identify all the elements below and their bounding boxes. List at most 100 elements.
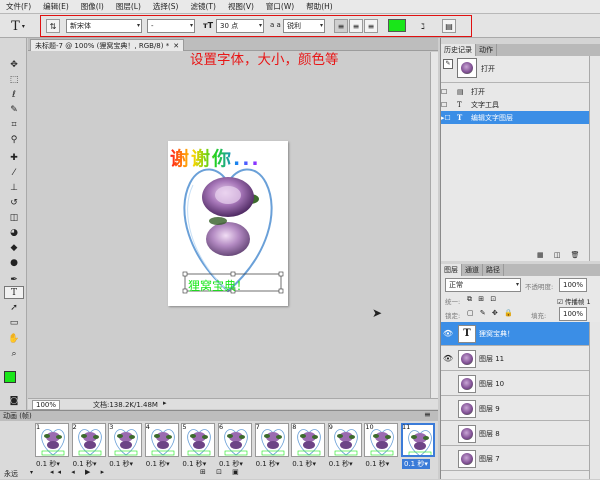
brush-tool-icon[interactable]: ⁄: [4, 166, 24, 179]
animation-frame[interactable]: 6 0.1 秒▾: [217, 423, 253, 469]
layer-row[interactable]: 👁 T 狸窝宝典！: [441, 322, 589, 346]
animation-frame[interactable]: 8 0.1 秒▾: [290, 423, 326, 469]
history-scrollbar[interactable]: [589, 56, 600, 261]
fill-field[interactable]: 100%: [559, 307, 587, 321]
layer-row[interactable]: 图层 8: [441, 422, 589, 446]
shape-tool-icon[interactable]: ▭: [4, 316, 24, 329]
frame-delay[interactable]: 0.1 秒▾: [329, 459, 353, 469]
blend-mode-select[interactable]: 正常 ▾: [445, 278, 521, 292]
type-tool-icon[interactable]: T: [4, 286, 24, 299]
loop-select[interactable]: 永远: [4, 469, 18, 479]
close-icon[interactable]: ✕: [173, 42, 179, 50]
animation-frame[interactable]: 1 0.1 秒▾: [34, 423, 70, 469]
snapshot-thumbnail[interactable]: [457, 58, 477, 78]
chevron-down-icon[interactable]: ▾: [30, 469, 33, 476]
tool-preset-picker[interactable]: T ▾: [6, 19, 30, 34]
tab-paths[interactable]: 路径: [483, 264, 504, 276]
tab-channels[interactable]: 通道: [462, 264, 483, 276]
frame-delay[interactable]: 0.1 秒▾: [292, 459, 316, 469]
eyedropper-tool-icon[interactable]: ⚲: [4, 133, 24, 146]
history-step[interactable]: ☐ T 文字工具: [441, 98, 589, 111]
frame-delay[interactable]: 0.1 秒▾: [256, 459, 280, 469]
blur-tool-icon[interactable]: ◆: [4, 241, 24, 254]
lasso-tool-icon[interactable]: ℓ: [4, 88, 24, 101]
history-actions-icon[interactable]: ▦ ◫ 🗑: [537, 251, 584, 259]
quick-select-tool-icon[interactable]: ✎: [4, 103, 24, 116]
tab-actions[interactable]: 动作: [476, 44, 497, 56]
font-style-select[interactable]: - ▾: [147, 19, 195, 33]
animation-frame[interactable]: 9 0.1 秒▾: [327, 423, 363, 469]
frame-actions-icon[interactable]: ⊞ ⊡ ▣: [200, 468, 243, 476]
visibility-eye-icon[interactable]: 👁: [441, 354, 455, 363]
animation-frame[interactable]: 10 0.1 秒▾: [363, 423, 399, 469]
layer-row[interactable]: 图层 7: [441, 447, 589, 471]
animation-frame[interactable]: 7 0.1 秒▾: [254, 423, 290, 469]
document-tab[interactable]: 未标题-7 @ 100% (狸窝宝典！, RGB/8) * ✕: [30, 39, 185, 51]
propagate-frame-checkbox[interactable]: ☑ 传播帧 1: [557, 296, 591, 306]
dodge-tool-icon[interactable]: ●: [4, 256, 24, 269]
warp-text-icon[interactable]: ℷ: [416, 19, 430, 33]
zoom-level[interactable]: 100%: [32, 400, 61, 410]
foreground-color-swatch[interactable]: [4, 371, 16, 383]
animation-frame[interactable]: 3 0.1 秒▾: [107, 423, 143, 469]
align-center-button[interactable]: ≡: [349, 19, 363, 33]
history-brush-icon[interactable]: ↺: [4, 196, 24, 209]
checkbox[interactable]: ☐: [441, 88, 457, 96]
tab-layers[interactable]: 图层: [441, 264, 462, 276]
healing-brush-icon[interactable]: ✚: [4, 151, 24, 164]
animation-frame[interactable]: 5 0.1 秒▾: [180, 423, 216, 469]
menu-view[interactable]: 视图(V): [222, 1, 260, 12]
quick-mask-icon[interactable]: ◙: [4, 394, 24, 407]
status-menu-arrow-icon[interactable]: ▸: [163, 399, 167, 407]
crop-tool-icon[interactable]: ⌗: [4, 118, 24, 131]
font-size-field[interactable]: 30 点 ▾: [216, 19, 264, 33]
frame-delay[interactable]: 0.1 秒▾: [365, 459, 389, 469]
move-tool-icon[interactable]: ✥: [4, 58, 24, 71]
playback-controls-icon[interactable]: ◂◂ ◂ ▶ ▸: [50, 468, 108, 476]
menu-file[interactable]: 文件(F): [0, 1, 37, 12]
frame-delay[interactable]: 0.1 秒▾: [109, 459, 133, 469]
canvas-scrollbar[interactable]: [430, 52, 438, 398]
snapshot-brush-icon[interactable]: ✎: [443, 59, 453, 69]
align-left-button[interactable]: ≡: [334, 19, 348, 33]
panel-menu-icon[interactable]: ≡: [424, 410, 431, 419]
lock-icons[interactable]: ▢ ✎ ✥ 🔒: [467, 309, 515, 317]
stamp-tool-icon[interactable]: ⊥: [4, 181, 24, 194]
align-right-button[interactable]: ≡: [364, 19, 378, 33]
menu-image[interactable]: 图像(I): [75, 1, 110, 12]
menu-filter[interactable]: 滤镜(T): [185, 1, 222, 12]
eraser-tool-icon[interactable]: ◫: [4, 211, 24, 224]
paint-bucket-icon[interactable]: ◕: [4, 226, 24, 239]
menu-select[interactable]: 选择(S): [147, 1, 185, 12]
visibility-eye-icon[interactable]: 👁: [441, 329, 455, 338]
animation-frame[interactable]: 2 0.1 秒▾: [71, 423, 107, 469]
checkbox[interactable]: ☐: [441, 101, 457, 109]
menu-layer[interactable]: 图层(L): [110, 1, 147, 12]
character-panel-icon[interactable]: ▤: [442, 19, 456, 33]
zoom-tool-icon[interactable]: ⌕: [4, 347, 24, 360]
layer-row[interactable]: 图层 10: [441, 372, 589, 396]
text-color-swatch[interactable]: [388, 19, 406, 32]
unify-icons[interactable]: ⧉ ⊞ ⊡: [467, 295, 498, 304]
history-step[interactable]: ☐ ▤ 打开: [441, 85, 589, 98]
pen-tool-icon[interactable]: ✒: [4, 273, 24, 286]
layers-scrollbar[interactable]: [589, 322, 600, 479]
menu-edit[interactable]: 编辑(E): [37, 1, 75, 12]
menu-window[interactable]: 窗口(W): [260, 1, 300, 12]
font-family-select[interactable]: 新宋体 ▾: [66, 19, 142, 33]
history-step[interactable]: ▸☐ T 编辑文字图层: [441, 111, 589, 124]
frame-delay[interactable]: 0.1 秒▾: [146, 459, 170, 469]
frame-delay[interactable]: 0.1 秒▾: [402, 459, 430, 469]
layer-row[interactable]: 图层 9: [441, 397, 589, 421]
marquee-tool-icon[interactable]: ⬚: [4, 73, 24, 86]
animation-frame[interactable]: 11 0.1 秒▾: [400, 423, 436, 469]
hand-tool-icon[interactable]: ✋: [4, 332, 24, 345]
document-canvas[interactable]: 谢谢你... 狸窝宝典！: [168, 141, 288, 306]
path-select-icon[interactable]: ➚: [4, 301, 24, 314]
layer-row[interactable]: 👁 图层 11: [441, 347, 589, 371]
menu-help[interactable]: 帮助(H): [300, 1, 339, 12]
opacity-field[interactable]: 100%: [559, 278, 587, 292]
animation-frame[interactable]: 4 0.1 秒▾: [144, 423, 180, 469]
tab-history[interactable]: 历史记录: [441, 44, 476, 56]
text-orientation-icon[interactable]: ⇅: [46, 19, 60, 33]
